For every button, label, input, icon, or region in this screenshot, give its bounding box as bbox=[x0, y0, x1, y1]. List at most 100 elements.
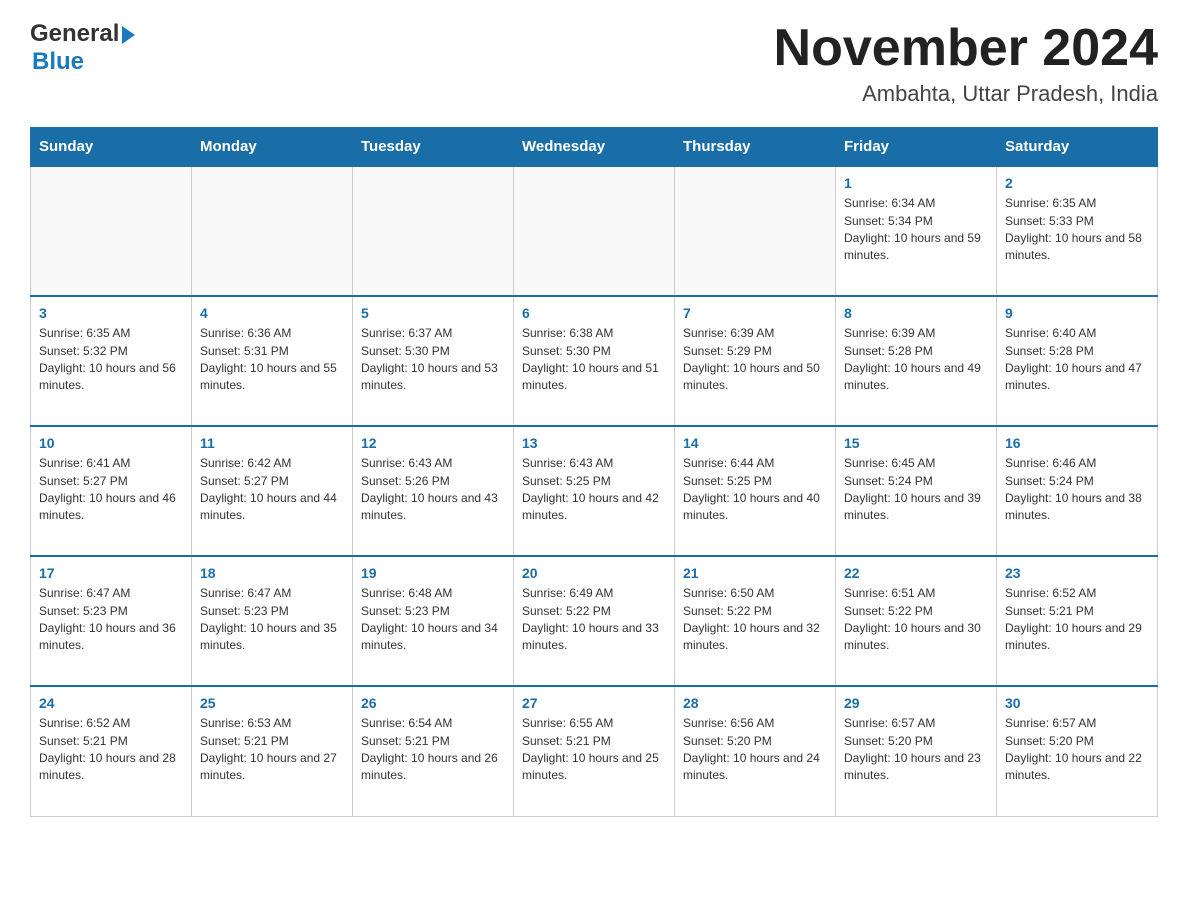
day-info: Sunrise: 6:39 AMSunset: 5:28 PMDaylight:… bbox=[844, 325, 988, 395]
day-info: Sunrise: 6:52 AMSunset: 5:21 PMDaylight:… bbox=[1005, 585, 1149, 655]
day-info: Sunrise: 6:48 AMSunset: 5:23 PMDaylight:… bbox=[361, 585, 505, 655]
logo-blue: Blue bbox=[32, 48, 135, 76]
day-number: 2 bbox=[1005, 175, 1149, 191]
calendar-header-row: SundayMondayTuesdayWednesdayThursdayFrid… bbox=[31, 128, 1158, 167]
day-info: Sunrise: 6:56 AMSunset: 5:20 PMDaylight:… bbox=[683, 715, 827, 785]
calendar-week-row: 24 Sunrise: 6:52 AMSunset: 5:21 PMDayligh… bbox=[31, 686, 1158, 816]
day-info: Sunrise: 6:52 AMSunset: 5:21 PMDaylight:… bbox=[39, 715, 183, 785]
day-info: Sunrise: 6:46 AMSunset: 5:24 PMDaylight:… bbox=[1005, 455, 1149, 525]
calendar-cell: 27 Sunrise: 6:55 AMSunset: 5:21 PMDayligh… bbox=[514, 686, 675, 816]
calendar-cell: 13 Sunrise: 6:43 AMSunset: 5:25 PMDayligh… bbox=[514, 426, 675, 556]
col-header-monday: Monday bbox=[192, 128, 353, 167]
calendar-week-row: 17 Sunrise: 6:47 AMSunset: 5:23 PMDayligh… bbox=[31, 556, 1158, 686]
day-info: Sunrise: 6:39 AMSunset: 5:29 PMDaylight:… bbox=[683, 325, 827, 395]
day-info: Sunrise: 6:55 AMSunset: 5:21 PMDaylight:… bbox=[522, 715, 666, 785]
col-header-friday: Friday bbox=[836, 128, 997, 167]
calendar-cell: 14Sunrise: 6:44 AMSunset: 5:25 PMDayligh… bbox=[675, 426, 836, 556]
day-number: 27 bbox=[522, 695, 666, 711]
calendar-cell: 21 Sunrise: 6:50 AMSunset: 5:22 PMDayligh… bbox=[675, 556, 836, 686]
day-info: Sunrise: 6:57 AMSunset: 5:20 PMDaylight:… bbox=[1005, 715, 1149, 785]
day-number: 17 bbox=[39, 565, 183, 581]
day-number: 15 bbox=[844, 435, 988, 451]
location-title: Ambahta, Uttar Pradesh, India bbox=[774, 81, 1158, 107]
logo-general: General bbox=[30, 20, 135, 48]
day-info: Sunrise: 6:57 AMSunset: 5:20 PMDaylight:… bbox=[844, 715, 988, 785]
calendar-cell: 9Sunrise: 6:40 AMSunset: 5:28 PMDaylight… bbox=[997, 296, 1158, 426]
calendar-cell: 15 Sunrise: 6:45 AMSunset: 5:24 PMDayligh… bbox=[836, 426, 997, 556]
day-number: 7 bbox=[683, 305, 827, 321]
calendar-table: SundayMondayTuesdayWednesdayThursdayFrid… bbox=[30, 127, 1158, 817]
day-number: 4 bbox=[200, 305, 344, 321]
day-number: 11 bbox=[200, 435, 344, 451]
calendar-cell: 11 Sunrise: 6:42 AMSunset: 5:27 PMDayligh… bbox=[192, 426, 353, 556]
day-info: Sunrise: 6:54 AMSunset: 5:21 PMDaylight:… bbox=[361, 715, 505, 785]
month-title: November 2024 bbox=[774, 20, 1158, 77]
day-info: Sunrise: 6:47 AMSunset: 5:23 PMDaylight:… bbox=[39, 585, 183, 655]
day-info: Sunrise: 6:50 AMSunset: 5:22 PMDaylight:… bbox=[683, 585, 827, 655]
page-header: General Blue November 2024 Ambahta, Utta… bbox=[30, 20, 1158, 107]
day-info: Sunrise: 6:37 AMSunset: 5:30 PMDaylight:… bbox=[361, 325, 505, 395]
day-number: 14 bbox=[683, 435, 827, 451]
day-info: Sunrise: 6:38 AMSunset: 5:30 PMDaylight:… bbox=[522, 325, 666, 395]
day-number: 23 bbox=[1005, 565, 1149, 581]
calendar-cell: 28 Sunrise: 6:56 AMSunset: 5:20 PMDayligh… bbox=[675, 686, 836, 816]
day-number: 16 bbox=[1005, 435, 1149, 451]
calendar-week-row: 3 Sunrise: 6:35 AMSunset: 5:32 PMDaylight… bbox=[31, 296, 1158, 426]
day-number: 22 bbox=[844, 565, 988, 581]
calendar-cell: 25 Sunrise: 6:53 AMSunset: 5:21 PMDayligh… bbox=[192, 686, 353, 816]
day-number: 1 bbox=[844, 175, 988, 191]
calendar-cell: 6Sunrise: 6:38 AMSunset: 5:30 PMDaylight… bbox=[514, 296, 675, 426]
day-info: Sunrise: 6:49 AMSunset: 5:22 PMDaylight:… bbox=[522, 585, 666, 655]
day-number: 13 bbox=[522, 435, 666, 451]
day-number: 25 bbox=[200, 695, 344, 711]
calendar-cell bbox=[353, 166, 514, 296]
calendar-cell: 29 Sunrise: 6:57 AMSunset: 5:20 PMDayligh… bbox=[836, 686, 997, 816]
col-header-tuesday: Tuesday bbox=[353, 128, 514, 167]
day-info: Sunrise: 6:51 AMSunset: 5:22 PMDaylight:… bbox=[844, 585, 988, 655]
day-number: 8 bbox=[844, 305, 988, 321]
day-number: 9 bbox=[1005, 305, 1149, 321]
calendar-cell: 19 Sunrise: 6:48 AMSunset: 5:23 PMDayligh… bbox=[353, 556, 514, 686]
day-info: Sunrise: 6:42 AMSunset: 5:27 PMDaylight:… bbox=[200, 455, 344, 525]
day-info: Sunrise: 6:45 AMSunset: 5:24 PMDaylight:… bbox=[844, 455, 988, 525]
col-header-wednesday: Wednesday bbox=[514, 128, 675, 167]
day-number: 10 bbox=[39, 435, 183, 451]
calendar-cell: 16 Sunrise: 6:46 AMSunset: 5:24 PMDayligh… bbox=[997, 426, 1158, 556]
day-number: 28 bbox=[683, 695, 827, 711]
calendar-cell: 26Sunrise: 6:54 AMSunset: 5:21 PMDayligh… bbox=[353, 686, 514, 816]
day-number: 3 bbox=[39, 305, 183, 321]
calendar-cell bbox=[675, 166, 836, 296]
day-info: Sunrise: 6:41 AMSunset: 5:27 PMDaylight:… bbox=[39, 455, 183, 525]
col-header-sunday: Sunday bbox=[31, 128, 192, 167]
calendar-cell bbox=[514, 166, 675, 296]
calendar-cell: 20 Sunrise: 6:49 AMSunset: 5:22 PMDayligh… bbox=[514, 556, 675, 686]
day-number: 29 bbox=[844, 695, 988, 711]
day-info: Sunrise: 6:53 AMSunset: 5:21 PMDaylight:… bbox=[200, 715, 344, 785]
day-number: 24 bbox=[39, 695, 183, 711]
day-info: Sunrise: 6:35 AMSunset: 5:32 PMDaylight:… bbox=[39, 325, 183, 395]
day-number: 21 bbox=[683, 565, 827, 581]
calendar-cell: 12Sunrise: 6:43 AMSunset: 5:26 PMDayligh… bbox=[353, 426, 514, 556]
calendar-cell: 24 Sunrise: 6:52 AMSunset: 5:21 PMDayligh… bbox=[31, 686, 192, 816]
calendar-cell: 18 Sunrise: 6:47 AMSunset: 5:23 PMDayligh… bbox=[192, 556, 353, 686]
day-number: 20 bbox=[522, 565, 666, 581]
day-number: 18 bbox=[200, 565, 344, 581]
calendar-cell: 3 Sunrise: 6:35 AMSunset: 5:32 PMDaylight… bbox=[31, 296, 192, 426]
day-number: 12 bbox=[361, 435, 505, 451]
day-info: Sunrise: 6:35 AMSunset: 5:33 PMDaylight:… bbox=[1005, 195, 1149, 265]
logo: General Blue bbox=[30, 20, 135, 75]
calendar-cell: 10 Sunrise: 6:41 AMSunset: 5:27 PMDayligh… bbox=[31, 426, 192, 556]
day-info: Sunrise: 6:43 AMSunset: 5:25 PMDaylight:… bbox=[522, 455, 666, 525]
calendar-cell: 22 Sunrise: 6:51 AMSunset: 5:22 PMDayligh… bbox=[836, 556, 997, 686]
day-number: 19 bbox=[361, 565, 505, 581]
day-info: Sunrise: 6:47 AMSunset: 5:23 PMDaylight:… bbox=[200, 585, 344, 655]
col-header-saturday: Saturday bbox=[997, 128, 1158, 167]
day-info: Sunrise: 6:34 AMSunset: 5:34 PMDaylight:… bbox=[844, 195, 988, 265]
calendar-cell: 1 Sunrise: 6:34 AMSunset: 5:34 PMDaylight… bbox=[836, 166, 997, 296]
col-header-thursday: Thursday bbox=[675, 128, 836, 167]
calendar-cell: 4 Sunrise: 6:36 AMSunset: 5:31 PMDaylight… bbox=[192, 296, 353, 426]
calendar-week-row: 1 Sunrise: 6:34 AMSunset: 5:34 PMDaylight… bbox=[31, 166, 1158, 296]
day-info: Sunrise: 6:36 AMSunset: 5:31 PMDaylight:… bbox=[200, 325, 344, 395]
calendar-cell: 5Sunrise: 6:37 AMSunset: 5:30 PMDaylight… bbox=[353, 296, 514, 426]
calendar-title-area: November 2024 Ambahta, Uttar Pradesh, In… bbox=[774, 20, 1158, 107]
